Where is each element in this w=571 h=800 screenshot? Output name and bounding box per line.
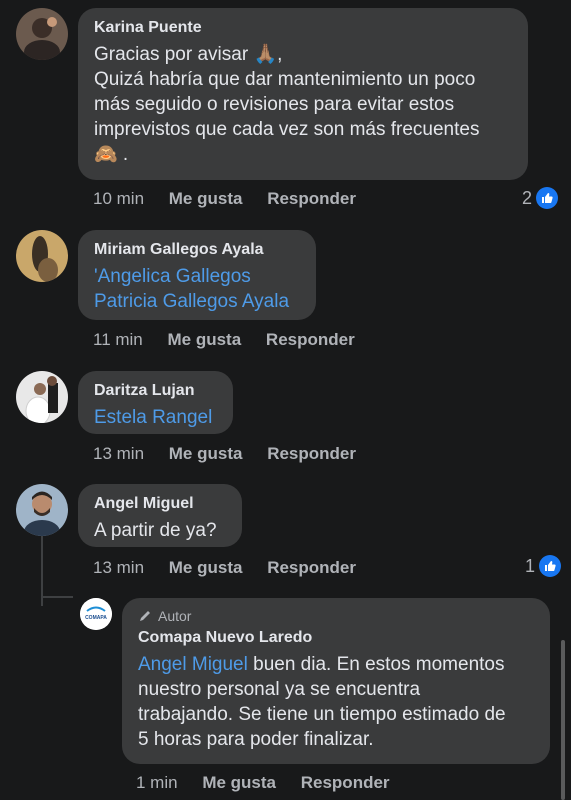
- like-button[interactable]: Me gusta: [202, 773, 276, 792]
- mention-link[interactable]: Patricia Gallegos Ayala: [94, 289, 300, 314]
- comment-author[interactable]: Miriam Gallegos Ayala: [94, 240, 300, 260]
- like-button[interactable]: Me gusta: [169, 444, 243, 463]
- author-badge: Autor: [138, 608, 534, 624]
- comment-author[interactable]: Daritza Lujan: [94, 381, 217, 401]
- reaction-count[interactable]: 1: [525, 555, 562, 577]
- like-button[interactable]: Me gusta: [169, 558, 243, 577]
- avatar-angel[interactable]: [16, 484, 68, 536]
- mention-link[interactable]: Estela Rangel: [94, 405, 217, 430]
- comment-bubble-angel: Angel Miguel A partir de ya?: [78, 484, 242, 547]
- comment-text: A partir de ya?: [94, 520, 217, 541]
- avatar-karina[interactable]: [16, 8, 68, 60]
- reply-text: nuestro personal ya se encuentra: [138, 679, 421, 700]
- comment-actions: 10 min Me gusta Responder: [93, 189, 376, 209]
- comment-text-line: Gracias por avisar 🙏🏽,: [94, 44, 283, 65]
- comment-bubble-daritza: Daritza Lujan Estela Rangel: [78, 371, 233, 434]
- comment-actions: 11 min Me gusta Responder: [93, 330, 375, 350]
- avatar-miriam[interactable]: [16, 230, 68, 282]
- reply-author[interactable]: Comapa Nuevo Laredo: [138, 628, 534, 648]
- reply-bubble-comapa: Autor Comapa Nuevo Laredo Angel Miguel b…: [122, 598, 550, 764]
- comment-text-line: imprevistos que cada vez son más frecuen…: [94, 119, 480, 140]
- comment-text-line: 🙈 .: [94, 144, 129, 165]
- thumbs-up-icon: [536, 187, 559, 209]
- comment-bubble-miriam: Miriam Gallegos Ayala 'Angelica Gallegos…: [78, 230, 316, 320]
- comment-author[interactable]: Karina Puente: [94, 18, 512, 38]
- reply-text: 5 horas para poder finalizar.: [138, 729, 374, 750]
- comment-actions: 13 min Me gusta Responder: [93, 444, 376, 464]
- comment-author[interactable]: Angel Miguel: [94, 494, 226, 514]
- comment-text-line: más seguido o revisiones para evitar est…: [94, 94, 455, 115]
- mention-link[interactable]: Angel Miguel: [138, 654, 248, 675]
- comment-time[interactable]: 13 min: [93, 444, 144, 463]
- scrollbar[interactable]: [561, 640, 565, 800]
- like-button[interactable]: Me gusta: [169, 189, 243, 208]
- reaction-number: 2: [522, 187, 533, 208]
- reaction-count[interactable]: 2: [522, 187, 559, 209]
- author-badge-label: Autor: [158, 608, 192, 624]
- reply-button[interactable]: Responder: [301, 773, 390, 792]
- comment-bubble-karina: Karina Puente Gracias por avisar 🙏🏽, Qui…: [78, 8, 528, 180]
- comment-time[interactable]: 10 min: [93, 189, 144, 208]
- reply-text: buen dia. En estos momentos: [247, 654, 505, 675]
- reply-time[interactable]: 1 min: [136, 773, 178, 792]
- comapa-logo: COMAPA: [85, 615, 107, 621]
- avatar-daritza[interactable]: [16, 371, 68, 423]
- reply-actions: 1 min Me gusta Responder: [136, 773, 410, 793]
- thumbs-up-icon: [539, 555, 562, 577]
- pencil-icon: [140, 611, 150, 621]
- comment-text-line: Quizá habría que dar mantenimiento un po…: [94, 69, 476, 90]
- like-button[interactable]: Me gusta: [168, 330, 242, 349]
- reply-button[interactable]: Responder: [266, 330, 355, 349]
- reply-text: trabajando. Se tiene un tiempo estimado …: [138, 704, 506, 725]
- mention-link[interactable]: 'Angelica Gallegos: [94, 264, 300, 289]
- reaction-number: 1: [525, 555, 536, 576]
- thread-connector: [41, 596, 73, 598]
- reply-button[interactable]: Responder: [267, 558, 356, 577]
- avatar-comapa[interactable]: COMAPA: [80, 598, 112, 630]
- comment-actions: 13 min Me gusta Responder: [93, 558, 376, 578]
- reply-button[interactable]: Responder: [267, 189, 356, 208]
- comment-time[interactable]: 11 min: [93, 330, 143, 349]
- reply-button[interactable]: Responder: [267, 444, 356, 463]
- comment-time[interactable]: 13 min: [93, 558, 144, 577]
